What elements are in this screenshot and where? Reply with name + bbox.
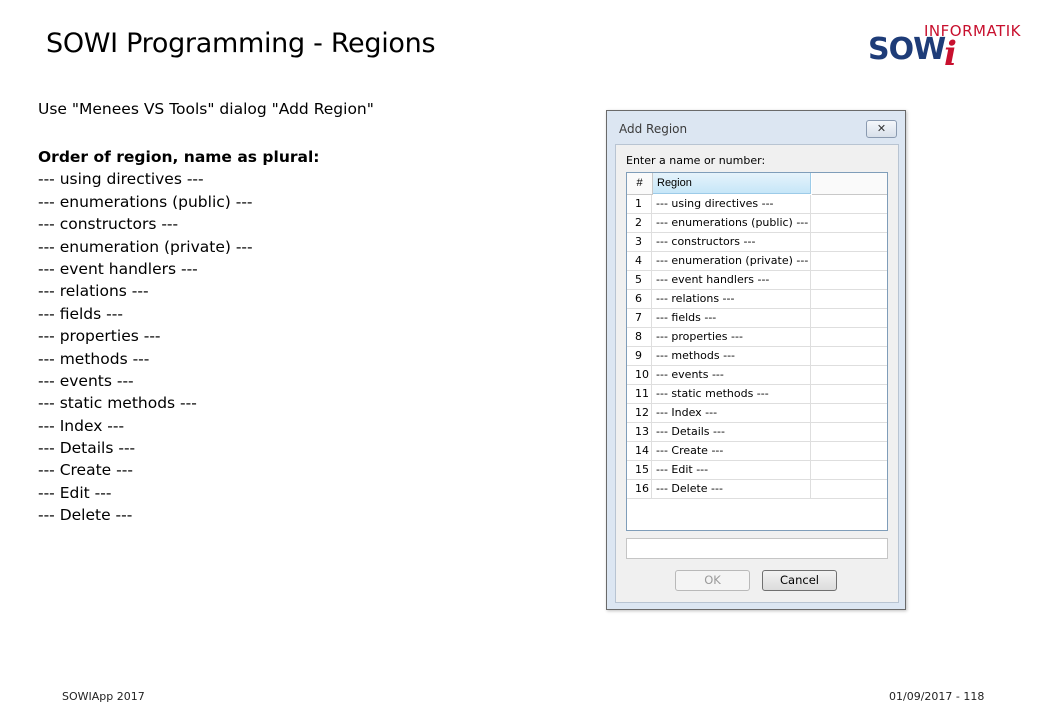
- row-region-cell[interactable]: --- constructors ---: [653, 233, 811, 251]
- region-order-item: --- Details ---: [38, 439, 136, 458]
- footer-date-page: 01/09/2017 - 118: [889, 690, 985, 703]
- table-row[interactable]: 13 --- Details ---: [627, 423, 887, 442]
- grid-header: # Region: [627, 173, 887, 195]
- column-header-region[interactable]: Region: [653, 173, 811, 194]
- region-order-item: --- Create ---: [38, 461, 133, 480]
- row-region-cell[interactable]: --- Create ---: [653, 442, 811, 460]
- table-row[interactable]: 2 --- enumerations (public) ---: [627, 214, 887, 233]
- dialog-prompt: Enter a name or number:: [626, 154, 766, 167]
- row-region-cell[interactable]: --- events ---: [653, 366, 811, 384]
- table-row[interactable]: 1 --- using directives ---: [627, 195, 887, 214]
- region-order-item: --- methods ---: [38, 349, 150, 368]
- table-row[interactable]: 3 --- constructors ---: [627, 233, 887, 252]
- row-number-cell: 7: [627, 309, 652, 327]
- close-icon: ✕: [876, 123, 887, 135]
- sowi-informatik-logo: INFORMATIK SOW i: [866, 22, 1036, 74]
- row-region-cell[interactable]: --- static methods ---: [653, 385, 811, 403]
- row-number-cell: 6: [627, 290, 652, 308]
- row-number-cell: 10: [627, 366, 652, 384]
- region-order-item: --- Edit ---: [38, 483, 112, 502]
- region-grid[interactable]: # Region 1 --- using directives --- 2 --- e…: [626, 172, 888, 531]
- table-row[interactable]: 11 --- static methods ---: [627, 385, 887, 404]
- table-row[interactable]: 10 --- events ---: [627, 366, 887, 385]
- table-row[interactable]: 14 --- Create ---: [627, 442, 887, 461]
- row-number-cell: 4: [627, 252, 652, 270]
- region-order-item: --- properties ---: [38, 327, 161, 346]
- table-row[interactable]: 8 --- properties ---: [627, 328, 887, 347]
- region-order-item: --- events ---: [38, 371, 134, 390]
- row-number-cell: 15: [627, 461, 652, 479]
- row-region-cell[interactable]: --- Delete ---: [653, 480, 811, 498]
- dialog-body: Enter a name or number: # Region 1 --- us…: [615, 144, 899, 603]
- row-number-cell: 3: [627, 233, 652, 251]
- region-order-item: --- Delete ---: [38, 506, 133, 525]
- table-row[interactable]: 4 --- enumeration (private) ---: [627, 252, 887, 271]
- add-region-dialog: Add Region ✕ Enter a name or number: # R…: [606, 110, 906, 610]
- cancel-button[interactable]: Cancel: [762, 570, 837, 591]
- table-row[interactable]: 16 --- Delete ---: [627, 480, 887, 499]
- region-order-item: --- static methods ---: [38, 394, 197, 413]
- row-region-cell[interactable]: --- Details ---: [653, 423, 811, 441]
- row-number-cell: 1: [627, 195, 652, 213]
- row-number-cell: 14: [627, 442, 652, 460]
- region-order-item: --- constructors ---: [38, 215, 179, 234]
- row-region-cell[interactable]: --- Edit ---: [653, 461, 811, 479]
- dialog-title: Add Region: [619, 122, 688, 136]
- row-number-cell: 13: [627, 423, 652, 441]
- row-region-cell[interactable]: --- fields ---: [653, 309, 811, 327]
- ok-button[interactable]: OK: [675, 570, 750, 591]
- row-region-cell[interactable]: --- event handlers ---: [653, 271, 811, 289]
- row-region-cell[interactable]: --- Index ---: [653, 404, 811, 422]
- table-row[interactable]: 15 --- Edit ---: [627, 461, 887, 480]
- row-region-cell[interactable]: --- properties ---: [653, 328, 811, 346]
- row-number-cell: 16: [627, 480, 652, 498]
- row-number-cell: 2: [627, 214, 652, 232]
- row-region-cell[interactable]: --- enumeration (private) ---: [653, 252, 811, 270]
- region-order-item: --- using directives ---: [38, 170, 204, 189]
- row-region-cell[interactable]: --- methods ---: [653, 347, 811, 365]
- row-number-cell: 5: [627, 271, 652, 289]
- table-row[interactable]: 12 --- Index ---: [627, 404, 887, 423]
- region-order-item: --- enumeration (private) ---: [38, 237, 253, 256]
- table-row[interactable]: 6 --- relations ---: [627, 290, 887, 309]
- region-name-input[interactable]: [626, 538, 888, 559]
- slide-title: SOWI Programming - Regions: [46, 28, 436, 59]
- region-order-item: --- enumerations (public) ---: [38, 192, 253, 211]
- table-row[interactable]: 5 --- event handlers ---: [627, 271, 887, 290]
- intro-text: Use "Menees VS Tools" dialog "Add Region…: [38, 100, 374, 118]
- footer-app-name: SOWIApp 2017: [62, 690, 145, 703]
- table-row[interactable]: 9 --- methods ---: [627, 347, 887, 366]
- logo-sowi-text: SOW: [868, 32, 946, 67]
- table-row[interactable]: 7 --- fields ---: [627, 309, 887, 328]
- region-order-list: Order of region, name as plural: --- usi…: [38, 146, 319, 527]
- row-number-cell: 9: [627, 347, 652, 365]
- row-region-cell[interactable]: --- relations ---: [653, 290, 811, 308]
- region-order-item: --- Index ---: [38, 416, 125, 435]
- row-number-cell: 12: [627, 404, 652, 422]
- row-region-cell[interactable]: --- enumerations (public) ---: [653, 214, 811, 232]
- close-button[interactable]: ✕: [866, 120, 897, 138]
- row-region-cell[interactable]: --- using directives ---: [653, 195, 811, 213]
- logo-i-mark: i: [944, 34, 957, 74]
- column-header-number[interactable]: #: [627, 173, 653, 195]
- region-order-item: --- event handlers ---: [38, 259, 198, 278]
- row-number-cell: 8: [627, 328, 652, 346]
- region-order-item: --- relations ---: [38, 282, 149, 301]
- region-order-heading: Order of region, name as plural:: [38, 148, 320, 166]
- grid-rows: 1 --- using directives --- 2 --- enumeratio…: [627, 195, 887, 499]
- row-number-cell: 11: [627, 385, 652, 403]
- column-header-filler: [812, 173, 887, 195]
- region-order-item: --- fields ---: [38, 304, 123, 323]
